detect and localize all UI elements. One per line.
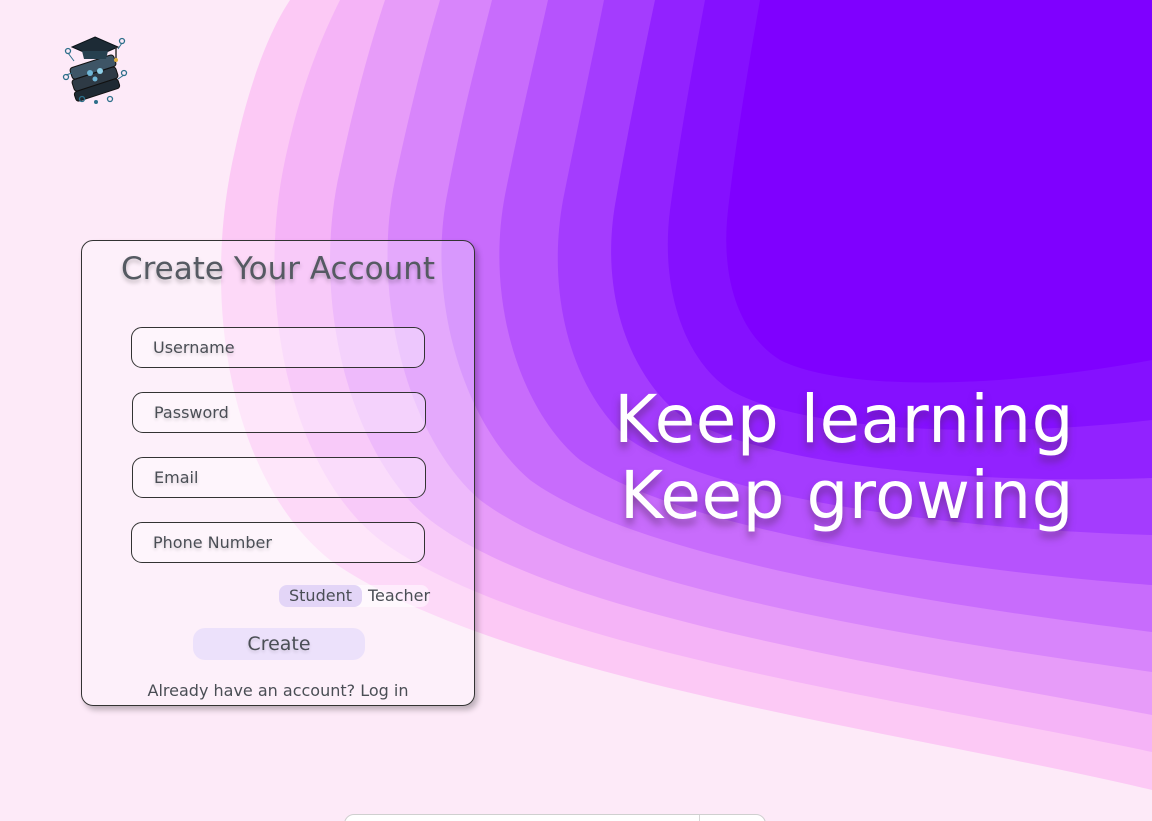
phone-number-placeholder: Phone Number [153,533,272,552]
tagline-line-1: Keep learning [614,381,1074,458]
role-option-teacher[interactable]: Teacher [362,585,440,607]
brand-logo [60,33,130,105]
login-link[interactable]: Already have an account? Log in [82,681,474,700]
role-option-student[interactable]: Student [279,585,362,607]
bottom-bar[interactable] [344,814,766,821]
email-field[interactable]: Email [132,457,426,498]
graduation-cap-tech-icon [62,36,128,104]
create-button[interactable]: Create [193,628,365,660]
signup-page: Keep learning Keep growing Create Your A… [0,0,1152,821]
username-placeholder: Username [153,338,235,357]
bottom-bar-divider [699,815,700,821]
tagline: Keep learning Keep growing [614,382,1074,534]
tagline-line-2: Keep growing [619,457,1074,534]
wave-layer-10 [726,0,1152,383]
username-field[interactable]: Username [131,327,425,368]
signup-card: Create Your Account Username Password Em… [81,240,475,706]
form-title: Create Your Account [120,251,436,287]
password-field[interactable]: Password [132,392,426,433]
phone-number-field[interactable]: Phone Number [131,522,425,563]
email-placeholder: Email [154,468,199,487]
password-placeholder: Password [154,403,229,422]
role-toggle: Student Teacher [279,585,430,607]
